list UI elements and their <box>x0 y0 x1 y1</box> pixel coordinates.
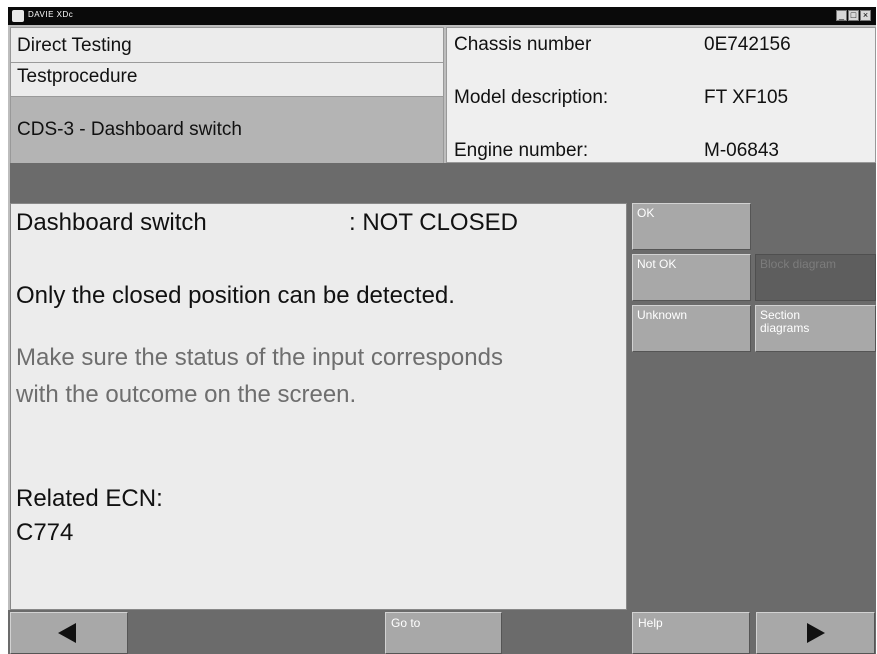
status-label: Dashboard switch <box>16 209 207 236</box>
model-description-label: Model description: <box>454 87 609 108</box>
chassis-number-label: Chassis number <box>454 34 592 55</box>
close-icon[interactable]: × <box>860 10 871 21</box>
model-description-value: FT XF105 <box>704 87 789 108</box>
test-content-panel: Dashboard switch : NOT CLOSED Only the c… <box>10 203 627 610</box>
related-ecn-label: Related ECN: <box>16 485 163 512</box>
engine-number-value: M-06843 <box>704 140 779 161</box>
instruction-line-1: Make sure the status of the input corres… <box>16 344 503 371</box>
arrow-right-icon <box>807 623 825 643</box>
app-icon <box>12 10 24 22</box>
back-button[interactable] <box>10 612 128 654</box>
header-procedure-name: CDS-3 - Dashboard switch <box>11 97 443 163</box>
minimize-icon[interactable]: _ <box>836 10 847 21</box>
title-bar: DAVIE XDc _ □ × <box>8 7 876 25</box>
separator-band <box>10 163 876 203</box>
status-value: : NOT CLOSED <box>349 209 518 236</box>
maximize-icon[interactable]: □ <box>848 10 859 21</box>
window-title: DAVIE XDc <box>28 10 74 19</box>
info-line-1: Only the closed position can be detected… <box>16 282 455 309</box>
next-button[interactable] <box>756 612 875 654</box>
action-panel: OK Not OK Block diagram Unknown Section … <box>627 203 876 610</box>
not-ok-button[interactable]: Not OK <box>632 254 751 301</box>
section-diagrams-button[interactable]: Section diagrams <box>755 305 876 352</box>
header-testprocedure: Testprocedure <box>11 63 443 97</box>
arrow-left-icon <box>58 623 76 643</box>
unknown-button[interactable]: Unknown <box>632 305 751 352</box>
goto-button[interactable]: Go to <box>385 612 502 654</box>
block-diagram-button[interactable]: Block diagram <box>755 254 876 301</box>
chassis-number-value: 0E742156 <box>704 34 791 55</box>
header-direct-testing: Direct Testing <box>11 28 443 63</box>
engine-number-label: Engine number: <box>454 140 589 161</box>
ok-button[interactable]: OK <box>632 203 751 250</box>
help-button[interactable]: Help <box>632 612 750 654</box>
section-diagrams-label-2: diagrams <box>760 321 810 335</box>
vehicle-info-panel: Chassis number 0E742156 Model descriptio… <box>446 27 876 163</box>
instruction-line-2: with the outcome on the screen. <box>16 381 357 408</box>
procedure-header: Direct Testing Testprocedure CDS-3 - Das… <box>10 27 444 163</box>
related-ecn-value: C774 <box>16 519 74 546</box>
